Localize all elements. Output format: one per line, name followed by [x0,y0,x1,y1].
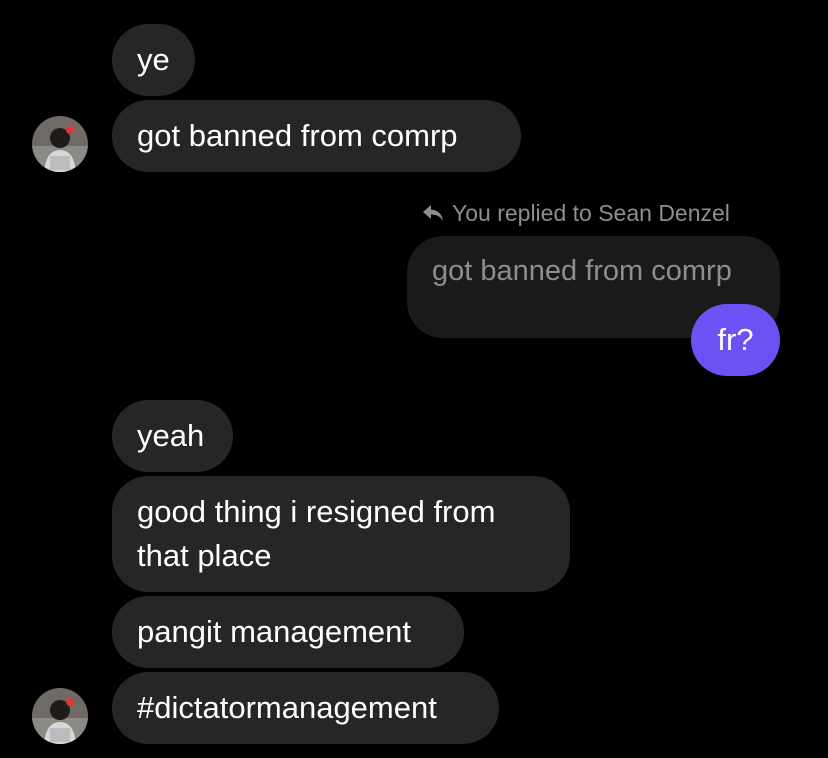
incoming-message[interactable]: got banned from comrp [112,100,521,172]
avatar-image [32,116,88,172]
avatar[interactable] [32,116,88,172]
message-text: pangit management [137,614,412,649]
message-text: #dictatormanagement [137,690,437,725]
incoming-message[interactable]: yeah [112,400,233,472]
reply-label: You replied to Sean Denzel [422,198,730,228]
message-text: got banned from comrp [137,118,458,153]
outgoing-message[interactable]: fr? [691,304,780,376]
message-text-line: good thing i resigned from [137,494,496,529]
message-text: yeah [137,418,205,453]
incoming-message[interactable]: good thing i resigned from that place [112,476,570,592]
message-text: ye [137,42,170,77]
avatar[interactable] [32,688,88,744]
quoted-text: got banned from comrp [432,255,732,287]
reply-label-text: You replied to Sean Denzel [452,199,730,226]
incoming-message[interactable]: pangit management [112,596,464,668]
message-text: fr? [717,322,754,357]
incoming-message[interactable]: #dictatormanagement [112,672,499,744]
avatar-image [32,688,88,744]
reply-arrow-icon [423,205,443,221]
incoming-message[interactable]: ye [112,24,195,96]
message-text-line: that place [137,538,272,573]
